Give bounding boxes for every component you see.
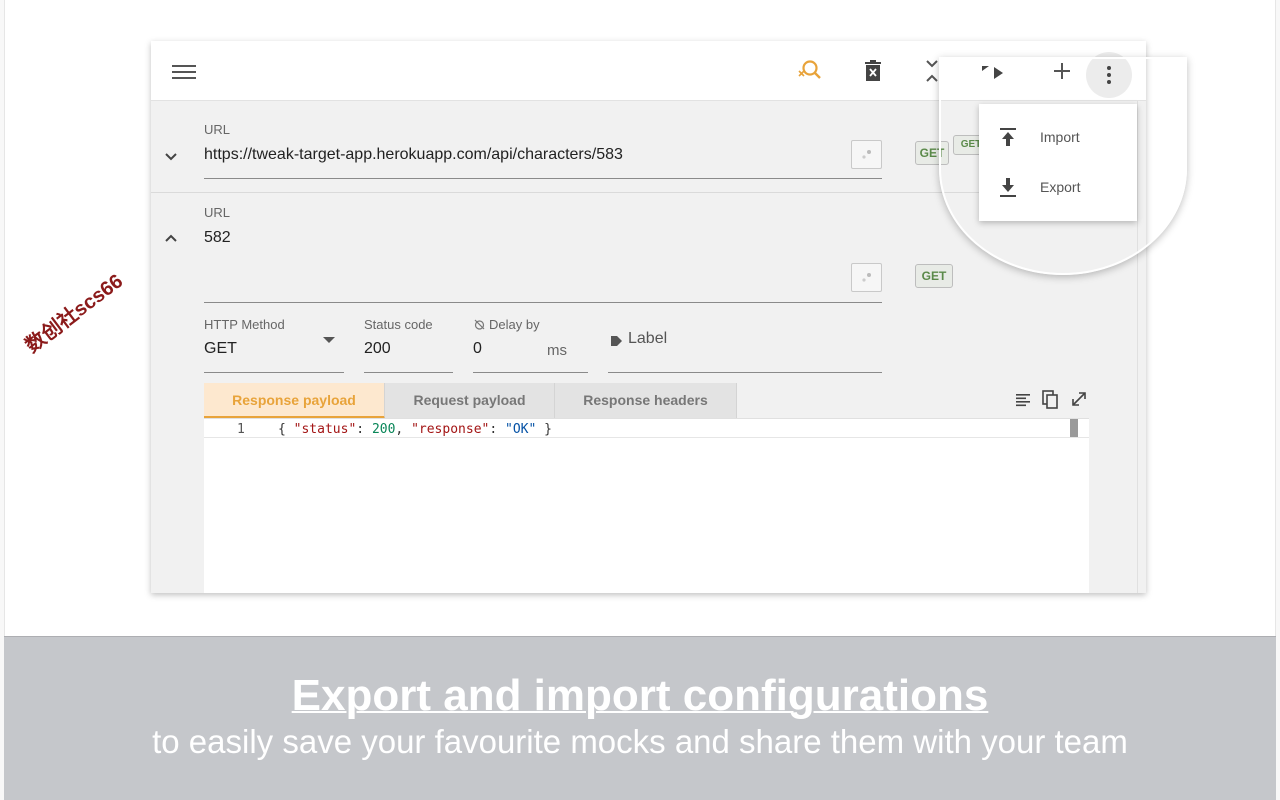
menu-icon[interactable] — [170, 58, 198, 86]
status-code-input[interactable]: 200 — [364, 340, 391, 358]
toolbar — [151, 41, 1146, 101]
delay-underline — [473, 372, 588, 373]
url-underline — [204, 178, 882, 179]
code-sep: : — [489, 422, 506, 437]
caption-headline: Export and import configurations — [291, 671, 989, 720]
expand-chevron-icon[interactable] — [162, 148, 180, 166]
screenshot-frame: URL https://tweak-target-app.herokuapp.c… — [4, 0, 1276, 636]
code-sep: : — [356, 422, 372, 437]
status-code-label: Status code — [364, 317, 433, 332]
code-editor[interactable]: 1 { "status": 200, "response": "OK" } — [204, 418, 1089, 593]
http-method-select[interactable]: GET — [204, 340, 237, 358]
code-key: "status" — [293, 422, 357, 437]
payload-tabs: Response payload Request payload Respons… — [204, 383, 737, 419]
more-vert-icon[interactable] — [1086, 52, 1132, 98]
method-badge: GET — [915, 264, 953, 288]
label-underline — [608, 372, 882, 373]
code-number: 200 — [371, 422, 396, 437]
random-dice-icon[interactable] — [851, 140, 882, 169]
url-label: URL — [204, 205, 231, 220]
delay-unit: ms — [547, 342, 567, 359]
code-brace: } — [536, 422, 552, 437]
search-off-icon[interactable] — [795, 57, 823, 85]
menu-item-label: Export — [1040, 179, 1081, 195]
method-badge: GET — [915, 141, 949, 165]
delay-label: Delay by — [489, 317, 540, 332]
http-method-underline — [204, 372, 344, 373]
menu-item-import[interactable]: Import — [979, 116, 1137, 160]
status-code-underline — [364, 372, 453, 373]
tab-response-headers[interactable]: Response headers — [555, 383, 737, 419]
line-number: 1 — [237, 422, 245, 437]
http-method-label: HTTP Method — [204, 317, 285, 332]
code-string: "OK" — [505, 422, 537, 437]
code-line[interactable]: { "status": 200, "response": "OK" } — [278, 422, 552, 437]
download-icon — [1000, 178, 1016, 197]
editor-line-highlight — [204, 437, 1089, 438]
collapse-chevron-icon[interactable] — [162, 229, 180, 247]
overflow-menu: Import Export — [979, 104, 1137, 221]
menu-item-export[interactable]: Export — [979, 166, 1137, 210]
label-input[interactable]: Label — [628, 330, 667, 348]
timer-off-icon — [474, 319, 485, 330]
url-input[interactable]: https://tweak-target-app.herokuapp.com/a… — [204, 146, 623, 164]
dropdown-arrow-icon[interactable] — [322, 335, 336, 345]
editor-scrollbar[interactable] — [1070, 419, 1078, 437]
tab-request-payload[interactable]: Request payload — [385, 383, 555, 419]
copy-icon[interactable] — [1042, 390, 1059, 409]
collapse-all-icon[interactable] — [918, 57, 946, 85]
promo-caption: Export and import configurations to easi… — [4, 636, 1276, 800]
url-underline — [204, 302, 882, 303]
url-input[interactable]: 582 — [204, 229, 231, 247]
menu-item-label: Import — [1040, 129, 1080, 145]
code-key: "response" — [411, 422, 490, 437]
code-brace: { — [278, 422, 294, 437]
panel-scrollbar[interactable] — [1137, 101, 1146, 593]
fullscreen-expand-icon[interactable] — [1071, 391, 1087, 407]
format-align-icon[interactable] — [1015, 392, 1031, 408]
random-dice-icon[interactable] — [851, 263, 882, 292]
url-label: URL — [204, 122, 231, 137]
delete-forever-icon[interactable] — [859, 57, 887, 85]
play-icon[interactable] — [978, 57, 1008, 85]
label-tag-icon — [611, 336, 622, 346]
upload-icon — [1000, 128, 1016, 146]
tab-response-payload[interactable]: Response payload — [204, 383, 385, 419]
caption-subline: to easily save your favourite mocks and … — [152, 723, 1128, 760]
delay-input[interactable]: 0 — [473, 340, 482, 358]
mock-rule-row-expanded: URL 582 GET HTTP Method GET Status code … — [151, 193, 1146, 593]
add-icon[interactable] — [1048, 57, 1076, 85]
code-comma: , — [395, 422, 412, 437]
